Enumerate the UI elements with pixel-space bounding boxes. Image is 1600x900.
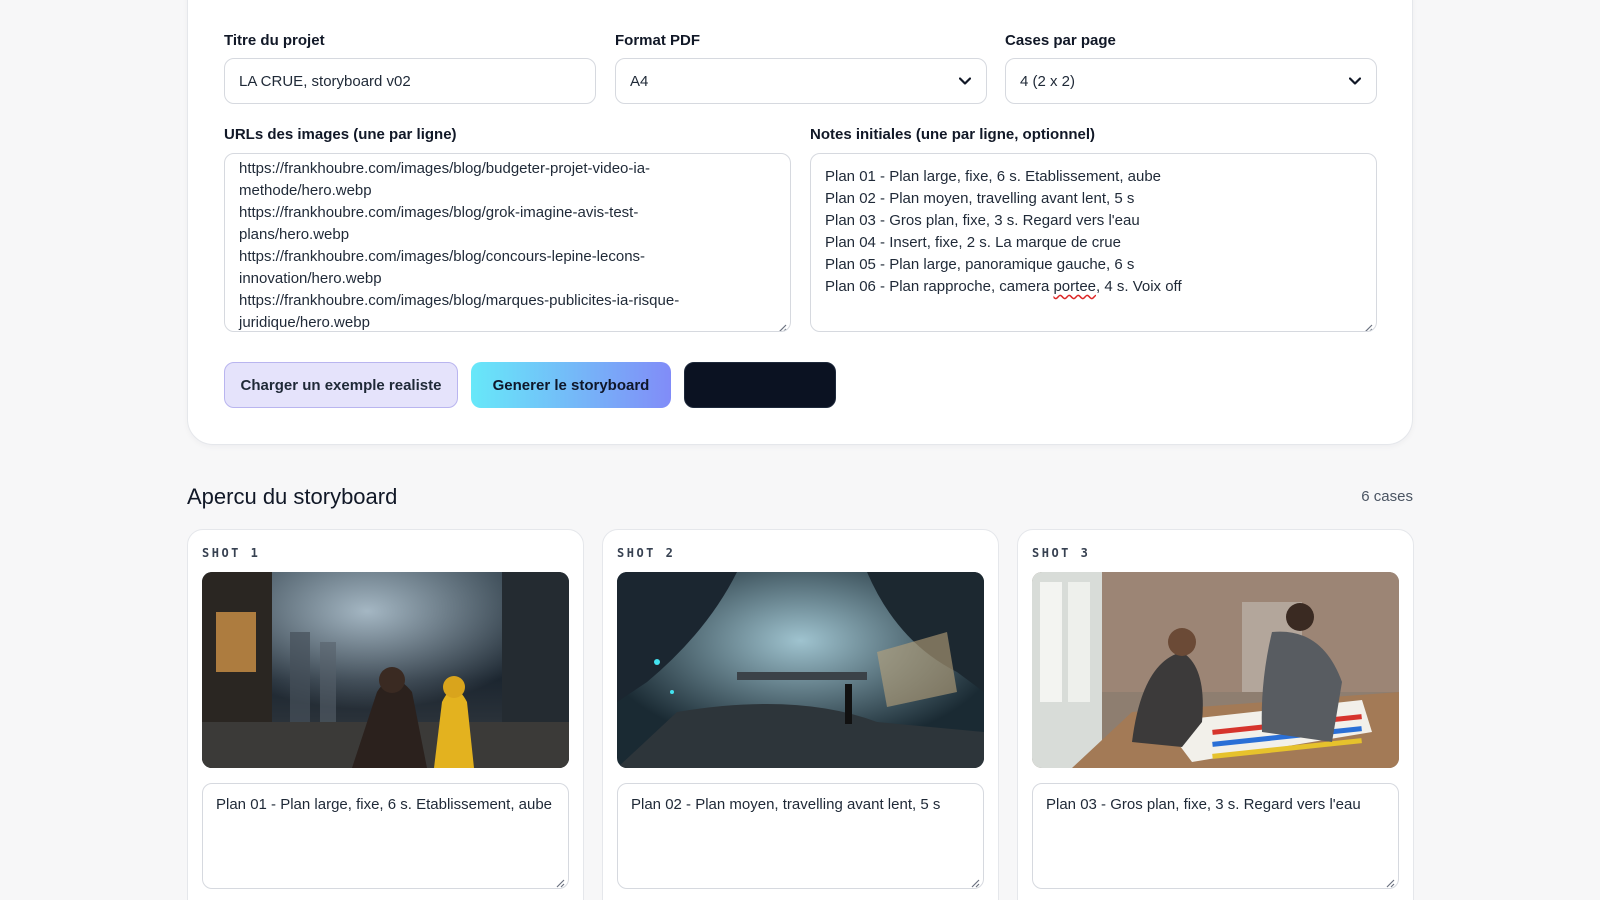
shot-note-text: Plan 02 - Plan moyen, travelling avant l… xyxy=(631,796,941,813)
shot-note-textarea[interactable]: Plan 03 - Gros plan, fixe, 3 s. Regard v… xyxy=(1032,783,1399,889)
url-line: plans/hero.webp xyxy=(239,226,350,243)
cases-per-page-label: Cases par page xyxy=(1005,32,1116,49)
pdf-format-select[interactable]: A4 xyxy=(615,58,987,104)
note-line: Plan 06 - Plan rapproche, camera portee,… xyxy=(825,276,1362,298)
generate-storyboard-button[interactable]: Generer le storyboard xyxy=(471,362,671,408)
preview-title: Apercu du storyboard xyxy=(187,484,398,509)
shot-card: SHOT 1 Plan 01 - Plan large, fixe, 6 s. … xyxy=(187,529,584,900)
dark-action-button[interactable] xyxy=(684,362,836,408)
image-urls-label: URLs des images (une par ligne) xyxy=(224,126,457,143)
note-line: Plan 02 - Plan moyen, travelling avant l… xyxy=(825,190,1135,207)
shot-card: SHOT 3 Plan 03 - Gros plan, fixe, 3 s. R… xyxy=(1017,529,1414,900)
shot-note-textarea[interactable]: Plan 02 - Plan moyen, travelling avant l… xyxy=(617,783,984,889)
project-title-input[interactable]: LA CRUE, storyboard v02 xyxy=(224,58,596,104)
shot-label: SHOT 2 xyxy=(617,546,676,560)
shot-label: SHOT 1 xyxy=(202,546,261,560)
initial-notes-label: Notes initiales (une par ligne, optionne… xyxy=(810,126,1096,143)
url-line: innovation/hero.webp xyxy=(239,270,382,287)
pdf-format-value: A4 xyxy=(630,72,649,90)
shot-label: SHOT 3 xyxy=(1032,546,1091,560)
note-line: Plan 01 - Plan large, fixe, 6 s. Etablis… xyxy=(825,168,1162,185)
note-line: Plan 04 - Insert, fixe, 2 s. La marque d… xyxy=(825,234,1121,251)
shot-image xyxy=(617,572,984,768)
chevron-down-icon xyxy=(958,74,972,88)
url-line: https://frankhoubre.com/images/blog/conc… xyxy=(239,248,646,265)
url-line: https://frankhoubre.com/images/blog/budg… xyxy=(239,160,651,177)
url-line: juridique/hero.webp xyxy=(239,314,370,331)
url-line: https://frankhoubre.com/images/blog/grok… xyxy=(239,204,639,221)
shot-card: SHOT 2 Plan 02 - Plan moyen, travelling … xyxy=(602,529,999,900)
case-count: 6 cases xyxy=(1361,488,1413,505)
shot-note-text: Plan 01 - Plan large, fixe, 6 s. Etablis… xyxy=(216,796,553,813)
pdf-format-label: Format PDF xyxy=(615,32,701,49)
note-line-6-end: , 4 s. Voix off xyxy=(1096,278,1182,295)
resize-grip-icon[interactable] xyxy=(777,318,787,331)
chevron-down-icon xyxy=(1348,74,1362,88)
resize-grip-icon[interactable] xyxy=(970,875,980,888)
url-line: https://frankhoubre.com/images/blog/marq… xyxy=(239,292,680,309)
shot-note-textarea[interactable]: Plan 01 - Plan large, fixe, 6 s. Etablis… xyxy=(202,783,569,889)
project-title-value: LA CRUE, storyboard v02 xyxy=(239,72,411,90)
note-line: Plan 05 - Plan large, panoramique gauche… xyxy=(825,256,1135,273)
resize-grip-icon[interactable] xyxy=(555,875,565,888)
load-example-button[interactable]: Charger un exemple realiste xyxy=(224,362,458,408)
project-title-label: Titre du projet xyxy=(224,32,325,49)
shot-image xyxy=(1032,572,1399,768)
note-line: Plan 03 - Gros plan, fixe, 3 s. Regard v… xyxy=(825,212,1140,229)
resize-grip-icon[interactable] xyxy=(1363,318,1373,331)
image-urls-textarea[interactable]: https://frankhoubre.com/images/blog/budg… xyxy=(224,153,791,332)
note-line-6-start: Plan 06 - Plan rapproche, camera xyxy=(825,278,1054,295)
cases-per-page-select[interactable]: 4 (2 x 2) xyxy=(1005,58,1377,104)
url-line: methode/hero.webp xyxy=(239,182,372,199)
misspelled-word: portee xyxy=(1053,278,1097,295)
shot-note-text: Plan 03 - Gros plan, fixe, 3 s. Regard v… xyxy=(1046,796,1361,813)
shot-image xyxy=(202,572,569,768)
initial-notes-textarea[interactable]: Plan 01 - Plan large, fixe, 6 s. Etablis… xyxy=(810,153,1377,332)
resize-grip-icon[interactable] xyxy=(1385,875,1395,888)
cases-per-page-value: 4 (2 x 2) xyxy=(1020,72,1076,90)
